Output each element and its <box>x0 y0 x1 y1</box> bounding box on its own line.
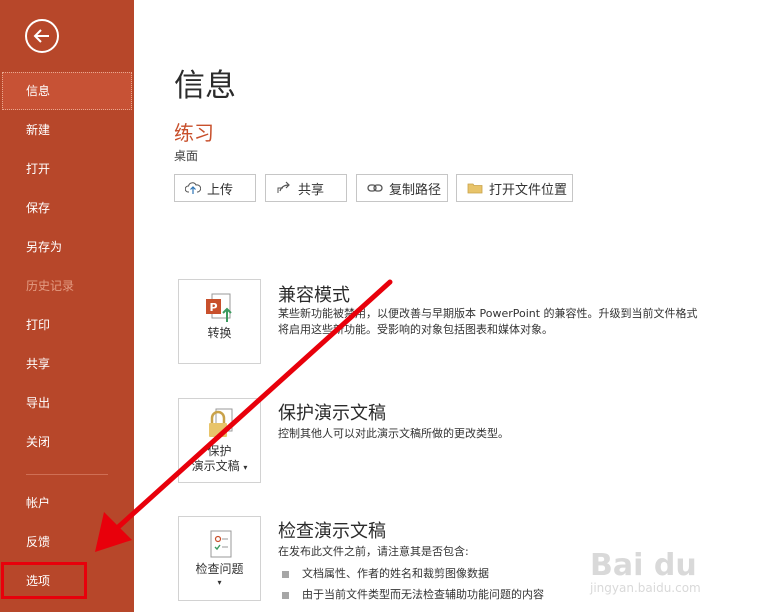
watermark: Bai du jingyan.baidu.com <box>590 548 701 595</box>
watermark-url: jingyan.baidu.com <box>590 581 701 595</box>
watermark-logo: Bai du <box>590 548 697 583</box>
annotation-arrow <box>95 279 393 552</box>
